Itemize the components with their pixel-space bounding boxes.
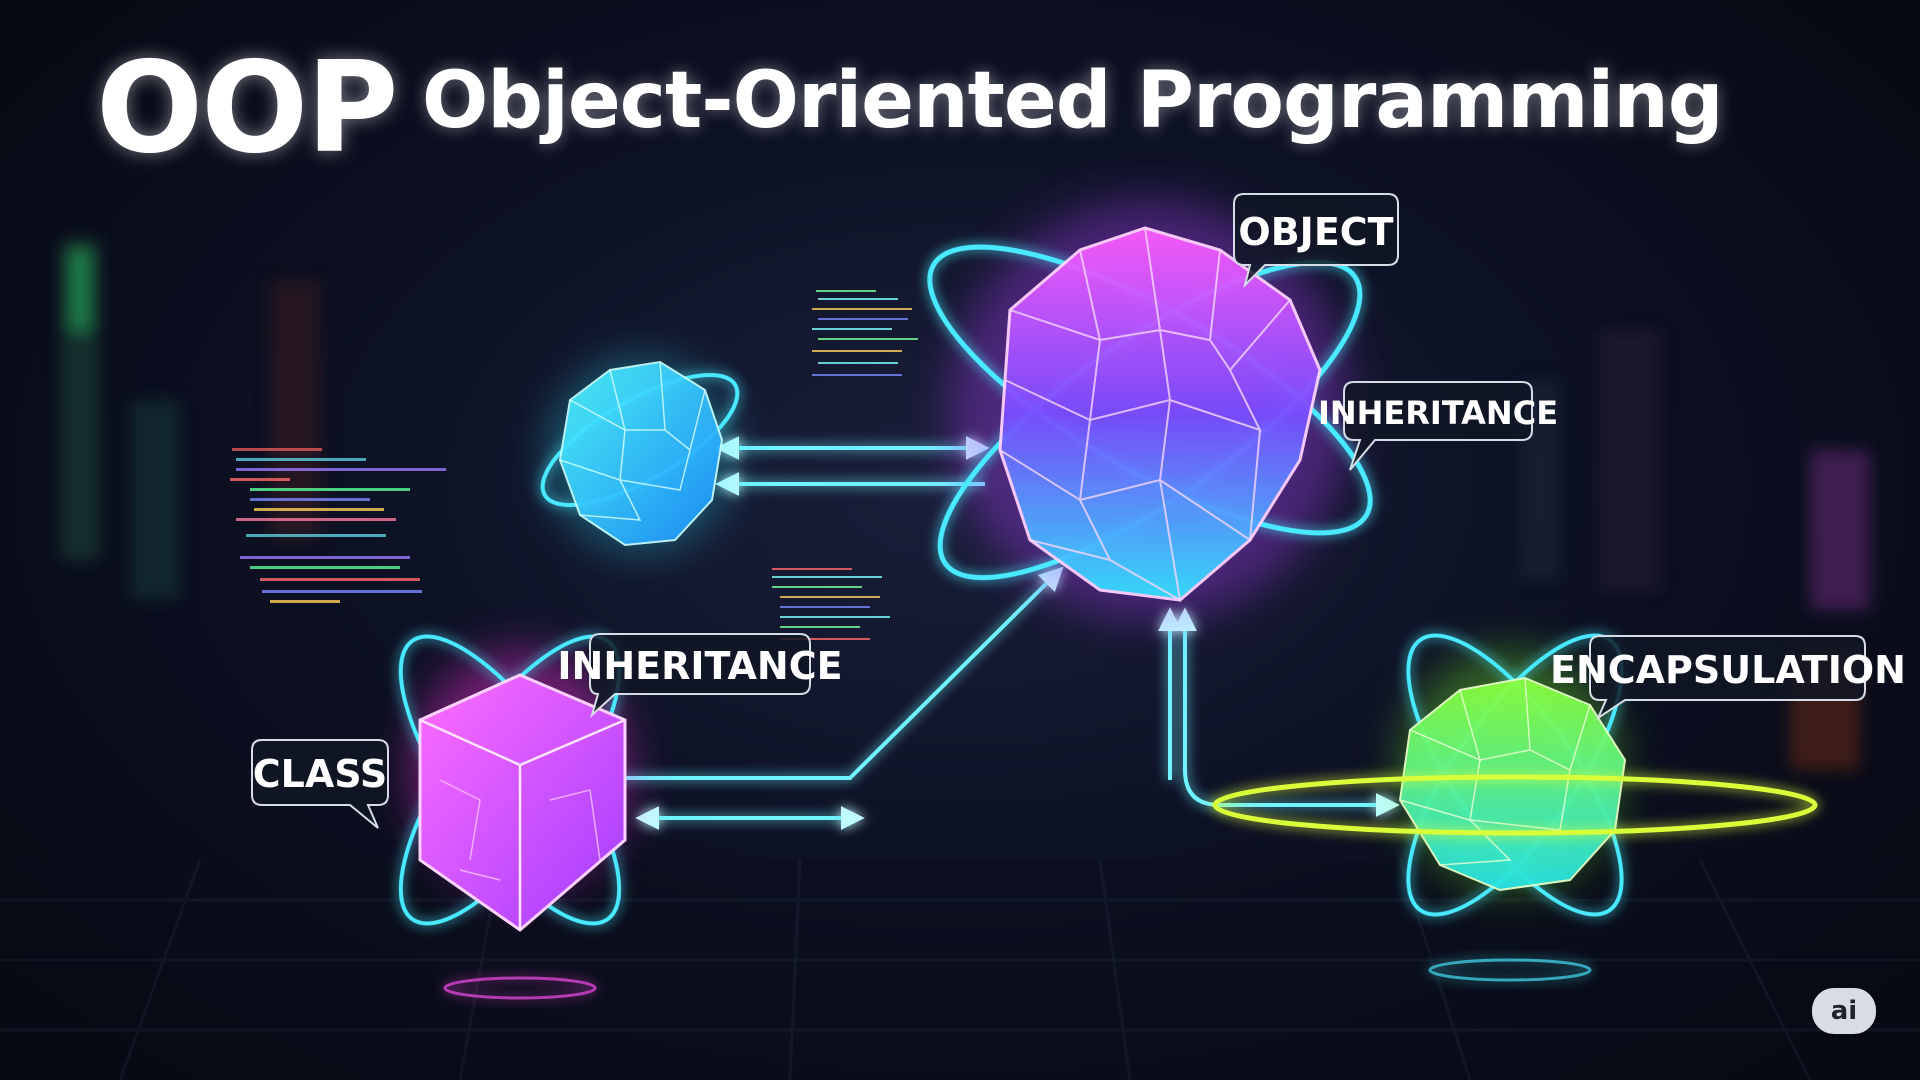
ai-badge: ai [1812, 988, 1876, 1034]
code-snippet-middle [772, 568, 890, 640]
code-snippet-top [812, 290, 918, 376]
label-inheritance-left-text: INHERITANCE [557, 644, 842, 688]
label-class-text: CLASS [253, 752, 388, 796]
label-inheritance-top-text: INHERITANCE [1318, 394, 1558, 432]
floor-grid [0, 859, 1920, 1080]
label-object: OBJECT [1233, 193, 1399, 289]
label-inheritance-left: INHERITANCE [557, 633, 843, 719]
connector-object-to-encapsulation [1173, 607, 1400, 817]
code-snippet-left [230, 448, 446, 603]
label-object-text: OBJECT [1238, 210, 1393, 254]
title-abbreviation: OOP [96, 34, 399, 181]
label-encapsulation-text: ENCAPSULATION [1550, 648, 1906, 692]
label-class: CLASS [251, 739, 389, 829]
small-crystal [540, 360, 740, 550]
page-title: Object-Oriented Programming [422, 56, 1724, 146]
